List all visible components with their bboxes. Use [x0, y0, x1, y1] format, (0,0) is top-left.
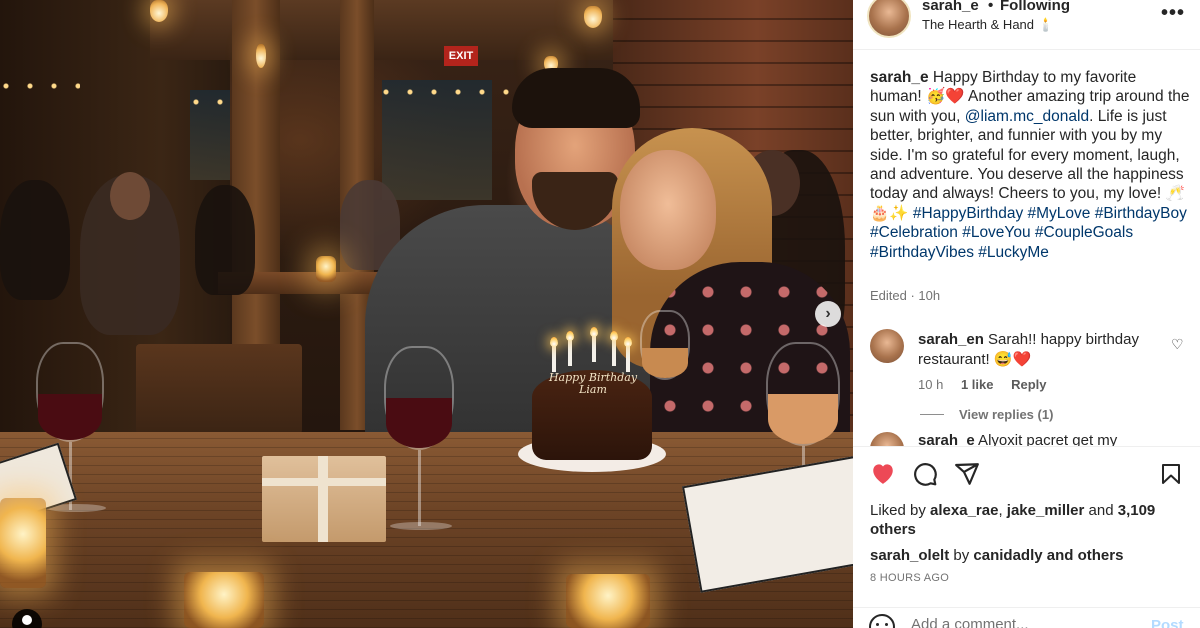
woman-face: [620, 150, 716, 270]
replies-divider: [920, 414, 944, 415]
liked-by-separator: ,: [998, 502, 1007, 519]
post-sidebar: sarah_e • Following The Hearth & Hand 🕯️…: [853, 0, 1200, 628]
pendant-light: [150, 0, 168, 22]
post-header: sarah_e • Following The Hearth & Hand 🕯️…: [853, 0, 1200, 50]
exit-sign: EXIT: [444, 46, 478, 66]
commenter-avatar[interactable]: [870, 432, 904, 446]
candle-votive: [316, 256, 336, 282]
liked-by[interactable]: Liked by alexa_rae, jake_miller and 3,10…: [870, 501, 1190, 539]
liked-by-and: and: [1084, 502, 1118, 519]
more-options-icon[interactable]: •••: [1161, 2, 1185, 25]
string-lights: [380, 86, 510, 98]
heart-filled-icon: [873, 464, 893, 484]
author-avatar[interactable]: [867, 0, 911, 38]
candle: [550, 337, 558, 372]
string-lights: [0, 80, 80, 92]
chevron-right-icon: ›: [825, 305, 831, 322]
post-caption: sarah_e Happy Birthday to my favorite hu…: [870, 68, 1190, 262]
caption-username[interactable]: sarah_e: [870, 69, 929, 86]
liked-by-others[interactable]: and others: [1043, 547, 1124, 564]
caption-mention[interactable]: @liam.mc_donald: [965, 108, 1089, 125]
send-icon: [955, 463, 979, 485]
candle: [590, 327, 598, 362]
wine-glass: [384, 346, 454, 450]
gift-box: [262, 456, 386, 542]
following-button[interactable]: Following: [1000, 0, 1070, 14]
candle-votive: [566, 574, 650, 628]
pendant-light: [584, 6, 602, 28]
chair: [136, 344, 302, 434]
caption-hashtags[interactable]: #HappyBirthday #MyLove #BirthdayBoy #Cel…: [870, 205, 1187, 261]
comment-icon: [914, 463, 937, 486]
next-photo-button[interactable]: ›: [815, 301, 841, 327]
reply-button[interactable]: Reply: [1011, 377, 1046, 392]
emoji-icon[interactable]: [869, 614, 895, 628]
post-time: 8 HOURS AGO: [870, 572, 950, 584]
background-patron: [195, 185, 255, 295]
window: [382, 80, 492, 200]
author-username[interactable]: sarah_e: [922, 0, 979, 14]
comment-time: 10 h: [918, 377, 944, 392]
liked-by-user[interactable]: canidadly: [973, 547, 1042, 564]
background-patron: [0, 180, 70, 300]
pendant-light: [256, 44, 266, 68]
candle: [624, 337, 632, 372]
post-actions: Liked by alexa_rae, jake_miller and 3,10…: [853, 446, 1200, 628]
comment-username[interactable]: sarah_en: [918, 331, 984, 348]
post-location[interactable]: The Hearth & Hand 🕯️: [922, 17, 1054, 33]
cake-lettering: Happy Birthday Liam: [548, 371, 638, 396]
edited-timestamp: Edited · 10h: [870, 288, 941, 303]
comment-text: Alyoxit pacret get my: [974, 432, 1118, 446]
comment-button[interactable]: [911, 461, 939, 489]
wine-glass-stem: [418, 450, 421, 526]
separator-dot: •: [988, 0, 994, 14]
comment: sarah_en Sarah!! happy birthday restaura…: [918, 330, 1168, 369]
wine-glass: [640, 310, 690, 380]
comments-section[interactable]: sarah_e Happy Birthday to my favorite hu…: [853, 52, 1200, 446]
commenter-avatar[interactable]: [870, 329, 904, 363]
comment-likes[interactable]: 1 like: [961, 377, 994, 392]
post-comment-button[interactable]: Post: [1151, 617, 1184, 628]
wine-glass: [36, 342, 104, 442]
wine-glass-base: [390, 522, 452, 530]
share-button[interactable]: [953, 461, 981, 489]
candle: [610, 331, 618, 366]
comment-meta: 10 h 1 like Reply: [918, 377, 1061, 392]
string-lights: [190, 96, 240, 108]
candle-votive: [184, 572, 264, 628]
view-replies-button[interactable]: View replies (1): [959, 407, 1053, 422]
post-photo[interactable]: EXIT Happy Birthday Liam ›: [0, 0, 853, 628]
liked-by-user[interactable]: alexa_rae: [930, 502, 998, 519]
liked-by-label: by: [949, 547, 974, 564]
background-patron: [110, 172, 150, 220]
bookmark-icon: [1162, 464, 1180, 484]
add-comment-row: Post: [853, 607, 1200, 628]
comment: sarah_e Alyoxit pacret get my: [918, 432, 1178, 446]
liked-by-label: Liked by: [870, 502, 931, 519]
liked-by-user[interactable]: sarah_olelt: [870, 547, 949, 564]
save-button[interactable]: [1157, 461, 1185, 489]
wine-glass: [766, 342, 840, 446]
liked-by-secondary[interactable]: sarah_olelt by canidadly and others: [870, 547, 1123, 564]
comment-like-icon[interactable]: ♡: [1171, 336, 1184, 353]
candle: [566, 331, 574, 366]
man-hair: [512, 68, 640, 128]
comment-username[interactable]: sarah_e: [918, 432, 975, 446]
candle-votive: [0, 498, 46, 588]
add-comment-input[interactable]: [911, 616, 1131, 628]
liked-by-user[interactable]: jake_miller: [1007, 502, 1085, 519]
like-button[interactable]: [869, 461, 897, 489]
